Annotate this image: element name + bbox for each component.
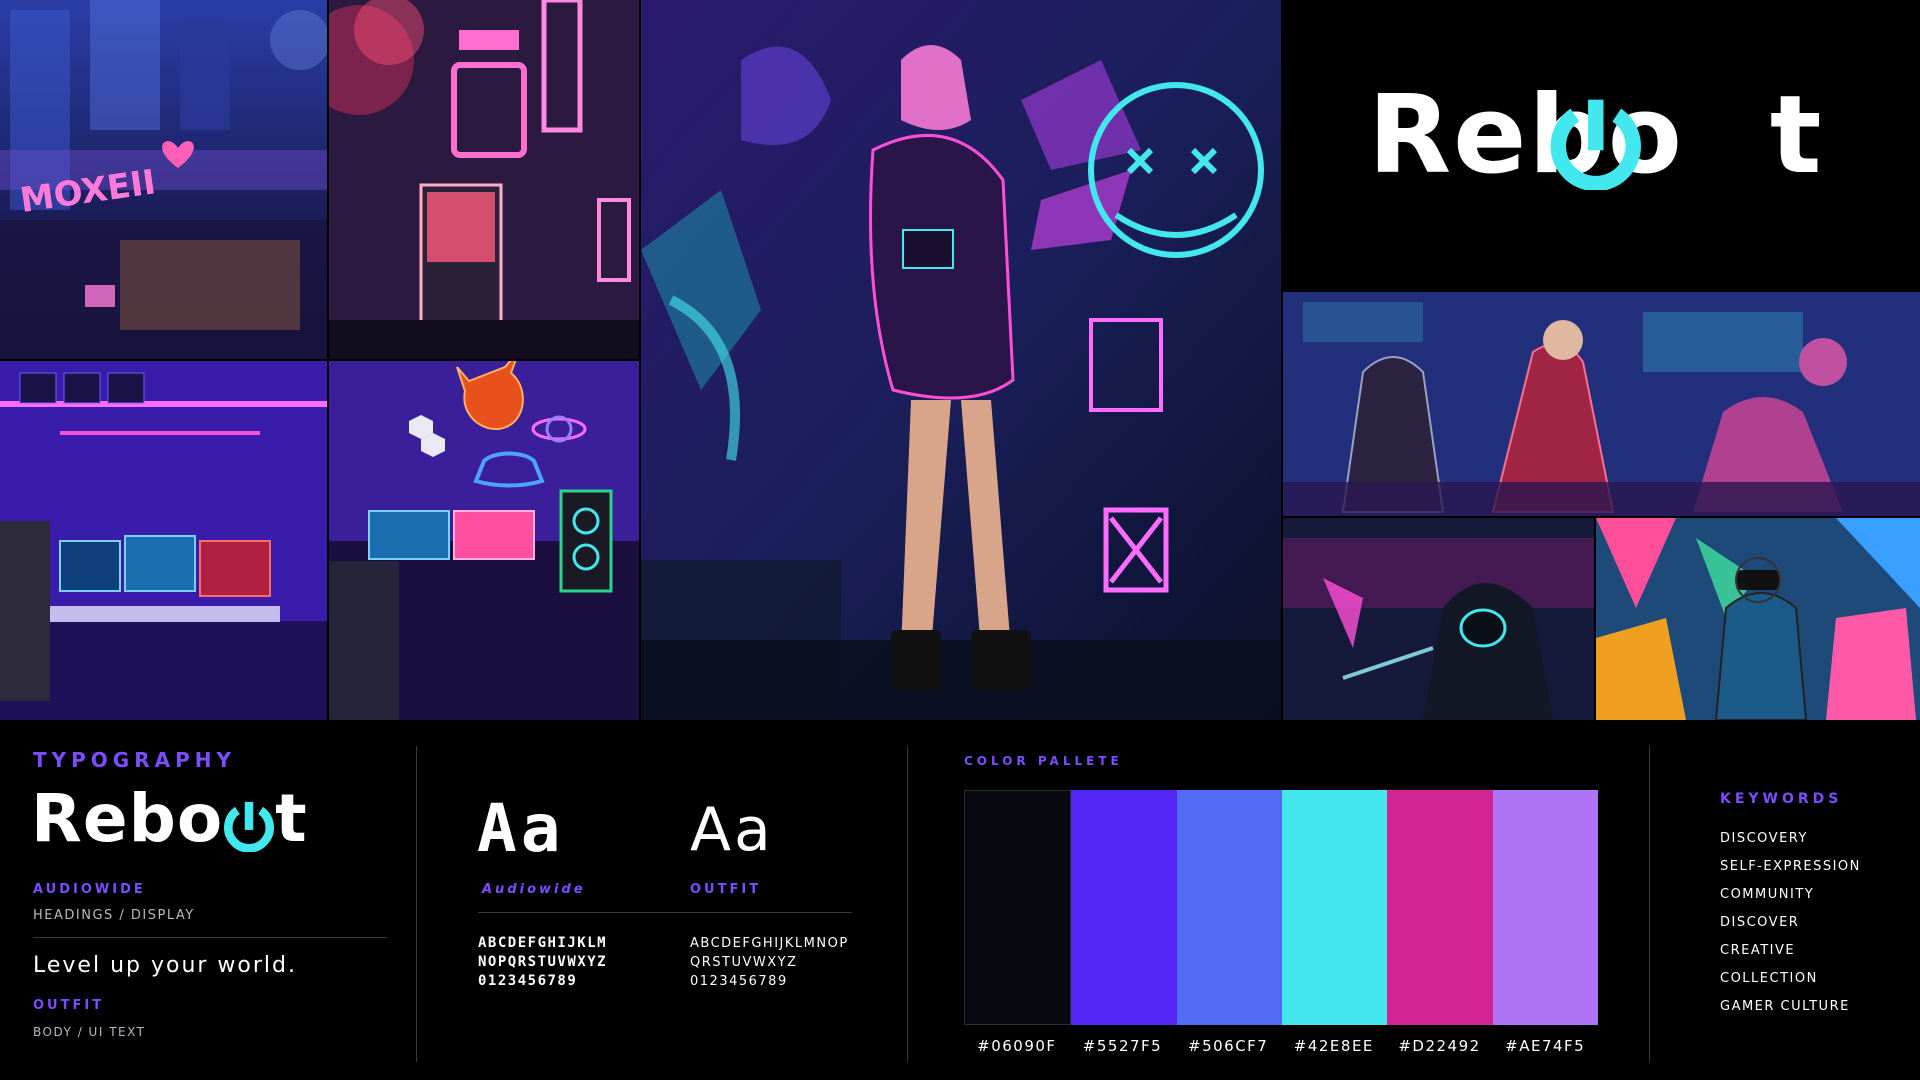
color-swatch bbox=[1281, 790, 1388, 1025]
divider bbox=[33, 937, 387, 938]
hex-code: #506CF7 bbox=[1188, 1037, 1269, 1055]
hex-code: #06090F bbox=[977, 1037, 1057, 1055]
hex-code: #D22492 bbox=[1398, 1037, 1481, 1055]
keyword-item: GAMER CULTURE bbox=[1720, 999, 1850, 1014]
glyph-line: 0123456789 bbox=[690, 974, 788, 989]
color-swatch bbox=[1492, 790, 1598, 1025]
hooded-hacker-image bbox=[1283, 518, 1594, 720]
color-hex-codes: #06090F #5527F5 #506CF7 #42E8EE #D22492 … bbox=[964, 1037, 1598, 1055]
color-swatch bbox=[1387, 790, 1493, 1025]
brand-guide-band bbox=[0, 720, 1920, 1080]
color-palette-heading: COLOR PALLETE bbox=[964, 754, 1123, 768]
neon-bedroom-setup-image bbox=[329, 361, 639, 720]
cyberpunk-girl-graffiti-image bbox=[641, 0, 1281, 720]
vr-graffiti-image bbox=[1596, 518, 1920, 720]
typography-heading: TYPOGRAPHY bbox=[33, 748, 236, 772]
audiowide-label: Audiowide bbox=[482, 882, 586, 897]
divider bbox=[416, 746, 417, 1062]
divider bbox=[907, 746, 908, 1062]
color-swatch bbox=[964, 790, 1072, 1025]
keyword-item: COMMUNITY bbox=[1720, 887, 1815, 902]
keyword-item: COLLECTION bbox=[1720, 971, 1818, 986]
glyph-line: ABCDEFGHIJKLMNOP bbox=[690, 936, 849, 951]
color-swatch bbox=[1176, 790, 1282, 1025]
glyph-line: NOPQRSTUVWXYZ bbox=[478, 954, 608, 970]
headings-font-usage: HEADINGS / DISPLAY bbox=[33, 908, 195, 923]
brand-logo-panel: Reb o t bbox=[1283, 0, 1920, 290]
keyword-item: SELF-EXPRESSION bbox=[1720, 859, 1861, 874]
keyword-item: DISCOVER bbox=[1720, 915, 1800, 930]
keyword-item: CREATIVE bbox=[1720, 943, 1796, 958]
outfit-specimen: Aa bbox=[690, 795, 774, 865]
neon-vending-alley-image bbox=[329, 0, 639, 359]
headings-font-name: AUDIOWIDE bbox=[33, 882, 146, 897]
brand-logo: Reb o t bbox=[1368, 82, 1824, 190]
audiowide-glyphs: ABCDEFGHIJKLM NOPQRSTUVWXYZ 0123456789 bbox=[478, 934, 607, 991]
keywords-list: DISCOVERY SELF-EXPRESSION COMMUNITY DISC… bbox=[1720, 831, 1861, 1027]
glyph-line: QRSTUVWXYZ bbox=[690, 955, 798, 970]
tagline: Level up your world. bbox=[33, 953, 297, 978]
hex-code: #42E8EE bbox=[1293, 1037, 1374, 1055]
logo-text-mid: o bbox=[176, 780, 224, 857]
logo-text-suffix: t bbox=[275, 780, 308, 857]
outfit-glyphs: ABCDEFGHIJKLMNOP QRSTUVWXYZ 0123456789 bbox=[690, 934, 849, 991]
audiowide-specimen: Aa bbox=[477, 790, 565, 867]
hex-code: #AE74F5 bbox=[1505, 1037, 1586, 1055]
divider bbox=[1649, 746, 1650, 1062]
power-icon bbox=[224, 792, 275, 853]
cyberpunk-crew-image bbox=[1283, 292, 1920, 516]
logo-text-prefix: Reb bbox=[31, 780, 177, 857]
color-swatch bbox=[1071, 790, 1177, 1025]
outfit-label: OUTFIT bbox=[690, 882, 762, 897]
body-font-name: OUTFIT bbox=[33, 998, 105, 1013]
gaming-room-image bbox=[0, 361, 327, 720]
divider bbox=[478, 912, 852, 913]
color-swatches bbox=[964, 790, 1598, 1025]
keywords-heading: KEYWORDS bbox=[1720, 791, 1843, 807]
keyword-item: DISCOVERY bbox=[1720, 831, 1808, 846]
glyph-line: 0123456789 bbox=[478, 973, 578, 989]
power-icon bbox=[1550, 92, 1768, 190]
body-font-usage: BODY / UI TEXT bbox=[33, 1025, 146, 1039]
hex-code: #5527F5 bbox=[1082, 1037, 1163, 1055]
glyph-line: ABCDEFGHIJKLM bbox=[478, 935, 608, 951]
neon-city-street-image: MOXEII bbox=[0, 0, 327, 359]
brand-logo-small: Reb o t bbox=[31, 780, 308, 857]
